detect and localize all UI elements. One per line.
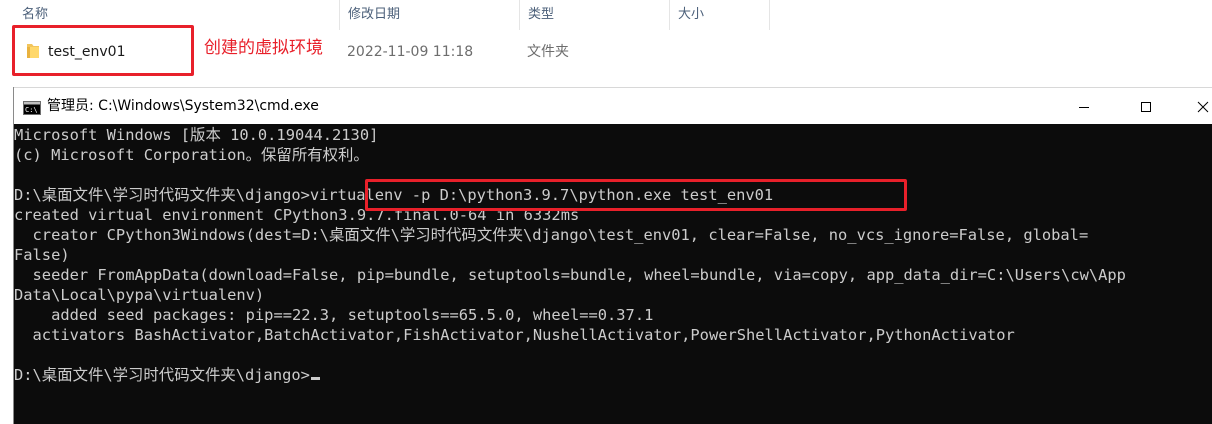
cmd-icon: C:\ (23, 100, 41, 115)
console-line: added seed packages: pip==22.3, setuptoo… (14, 306, 654, 324)
console-line: creator CPython3Windows(dest=D:\桌面文件\学习时… (14, 226, 1089, 244)
window-titlebar[interactable]: C:\ 管理员: C:\Windows\System32\cmd.exe (14, 87, 1212, 124)
annotation-label: 创建的虚拟环境 (204, 38, 323, 58)
close-button[interactable] (1180, 88, 1212, 125)
column-header-size[interactable]: 大小 (670, 0, 770, 30)
console-prompt-line[interactable]: D:\桌面文件\学习时代码文件夹\django> (14, 365, 1212, 385)
column-header-date[interactable]: 修改日期 (340, 0, 520, 30)
console-output[interactable]: Microsoft Windows [版本 10.0.19044.2130] (… (14, 124, 1212, 424)
console-line: Microsoft Windows [版本 10.0.19044.2130] (14, 126, 379, 144)
console-line: seeder FromAppData(download=False, pip=b… (14, 266, 1126, 284)
text-cursor (310, 377, 320, 380)
window-title: 管理员: C:\Windows\System32\cmd.exe (47, 98, 319, 114)
minimize-button[interactable] (1061, 88, 1107, 125)
highlight-box-command (365, 179, 907, 211)
file-type: 文件夹 (527, 44, 569, 60)
console-line: Data\Local\pypa\virtualenv) (14, 286, 265, 304)
console-line: activators BashActivator,BatchActivator,… (14, 326, 1015, 344)
file-explorer: 名称 修改日期 类型 大小 test_env01 2022-11-09 11:1… (0, 0, 1212, 87)
cmd-window: C:\ 管理员: C:\Windows\System32\cmd.exe Mic… (13, 87, 1212, 424)
highlight-box-folder (12, 25, 194, 76)
console-prompt: D:\桌面文件\学习时代码文件夹\django> (14, 366, 310, 384)
maximize-button[interactable] (1123, 88, 1169, 125)
console-line: False) (14, 246, 70, 264)
svg-text:C:\: C:\ (25, 106, 38, 114)
file-modified-date: 2022-11-09 11:18 (347, 44, 474, 60)
console-line: (c) Microsoft Corporation。保留所有权利。 (14, 146, 369, 164)
column-header-type[interactable]: 类型 (520, 0, 670, 30)
